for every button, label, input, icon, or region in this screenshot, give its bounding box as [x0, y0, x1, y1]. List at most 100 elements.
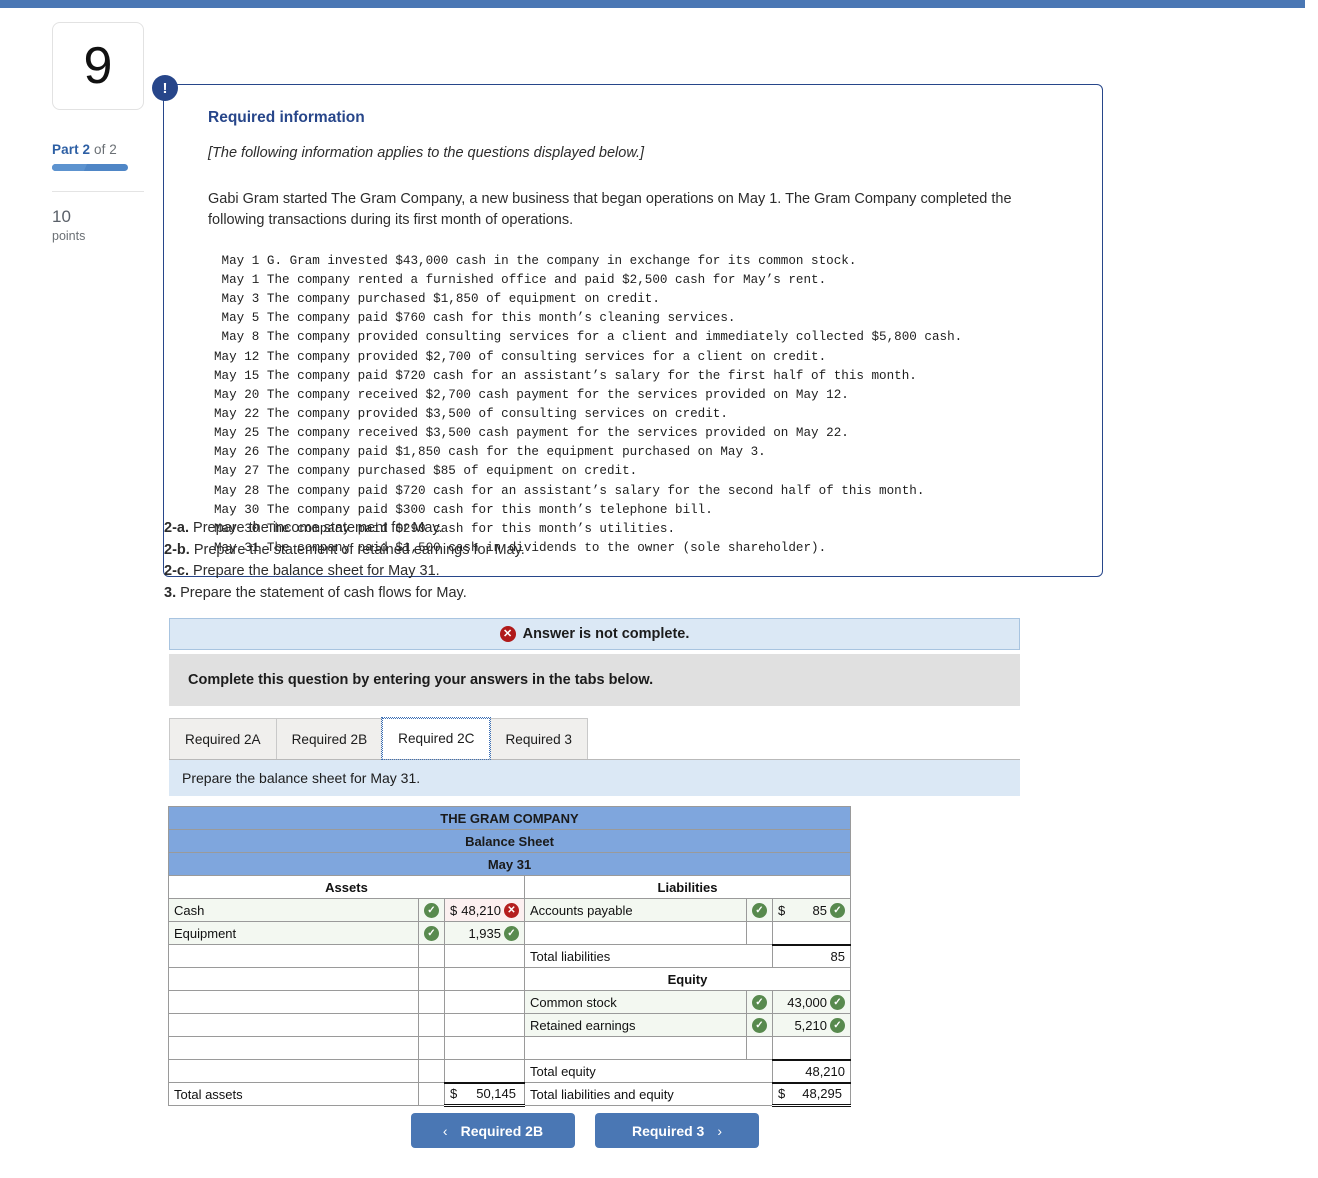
x-circle-icon: ✕ — [499, 626, 516, 642]
liabilities-header-cell: Liabilities — [524, 875, 851, 899]
answer-status-text: Answer is not complete. — [522, 626, 690, 642]
asset-amount-empty[interactable] — [444, 1059, 525, 1083]
asset-label-cash-status: ✓ — [418, 898, 445, 922]
table-row: Cash ✓ $ 48,210 ✕ Accounts payable ✓ $ 8… — [168, 898, 851, 922]
asset-label-empty[interactable] — [168, 1036, 419, 1060]
asset-label-equipment[interactable]: Equipment — [168, 921, 419, 945]
asset-mark-empty — [418, 944, 445, 968]
statement-name-cell: Balance Sheet — [168, 829, 851, 853]
requirement-text: Prepare the income statement for May. — [193, 520, 443, 536]
total-liabilities-label: Total liabilities — [524, 944, 773, 968]
chevron-right-icon: › — [717, 1122, 723, 1139]
currency-symbol: $ — [450, 902, 458, 918]
asset-label-empty[interactable] — [168, 1013, 419, 1037]
currency-symbol: $ — [450, 1086, 458, 1102]
check-icon: ✓ — [830, 994, 845, 1010]
asset-label-cash[interactable]: Cash — [168, 898, 419, 922]
asset-amount-empty[interactable] — [444, 944, 525, 968]
total-assets-mark-empty — [418, 1082, 445, 1106]
equity-amount-empty[interactable] — [772, 1036, 851, 1060]
assets-header-cell: Assets — [168, 875, 525, 899]
requirement-item: 2-a. Prepare the income statement for Ma… — [164, 518, 1064, 539]
exclamation-icon: ! — [152, 75, 178, 101]
asset-label-empty[interactable] — [168, 1059, 419, 1083]
tab-description-text: Prepare the balance sheet for May 31. — [182, 770, 421, 786]
required-information-content: Required information [The following info… — [164, 85, 1102, 576]
next-required-button[interactable]: Required 3 › — [595, 1113, 759, 1148]
check-icon: ✓ — [830, 1017, 845, 1033]
answer-status-banner: ✕ Answer is not complete. — [169, 618, 1020, 650]
requirement-tabs: Required 2A Required 2B Required 2C Requ… — [169, 717, 1020, 760]
check-icon: ✓ — [752, 995, 767, 1011]
tab-label: Required 2B — [291, 731, 368, 747]
instruction-text: Complete this question by entering your … — [188, 672, 654, 688]
next-button-label: Required 3 — [631, 1122, 705, 1139]
top-accent-bar — [0, 0, 1305, 8]
required-information-title: Required information — [208, 109, 365, 126]
liability-label-accounts-payable[interactable]: Accounts payable — [524, 898, 747, 922]
table-row: Common stock ✓ 43,000 ✓ — [168, 990, 851, 1014]
requirement-text: Prepare the balance sheet for May 31. — [193, 563, 440, 580]
amount-value: 48,295 — [802, 1086, 842, 1102]
equity-amount-retained-earnings[interactable]: 5,210 ✓ — [772, 1013, 851, 1037]
asset-label-empty[interactable] — [168, 990, 419, 1014]
check-icon: ✓ — [752, 903, 767, 919]
asset-amount-equipment[interactable]: 1,935 ✓ — [444, 921, 525, 945]
balance-sheet-table: THE GRAM COMPANY Balance Sheet May 31 As… — [168, 806, 851, 1107]
check-icon: ✓ — [752, 1018, 767, 1034]
total-equity-label: Total equity — [524, 1059, 773, 1083]
tab-description: Prepare the balance sheet for May 31. — [169, 760, 1020, 796]
table-row-date: May 31 — [168, 852, 851, 876]
liability-label-empty[interactable] — [524, 921, 747, 945]
page-root: 9 Part 2 of 2 10 points ! Required infor… — [0, 0, 1318, 1178]
question-number: 9 — [83, 37, 113, 95]
equity-label-retained-earnings-status: ✓ — [746, 1013, 773, 1037]
required-information-box: ! Required information [The following in… — [152, 75, 1103, 578]
question-number-card: 9 — [52, 22, 144, 110]
amount-value: 85 — [812, 902, 827, 918]
tab-required-2a[interactable]: Required 2A — [169, 718, 277, 759]
liability-label-accounts-payable-status: ✓ — [746, 898, 773, 922]
asset-amount-empty[interactable] — [444, 967, 525, 991]
equity-label-common-stock[interactable]: Common stock — [524, 990, 747, 1014]
tab-required-2b[interactable]: Required 2B — [275, 718, 384, 759]
equity-mark-empty — [746, 1036, 773, 1060]
total-liabilities-amount: 85 — [772, 943, 851, 968]
asset-label-empty[interactable] — [168, 967, 419, 991]
asset-mark-empty — [418, 1059, 445, 1083]
asset-label-equipment-status: ✓ — [418, 921, 445, 945]
amount-value: 5,210 — [794, 1017, 827, 1033]
asset-amount-empty[interactable] — [444, 1036, 525, 1060]
prev-button-label: Required 2B — [460, 1122, 544, 1139]
asset-amount-empty[interactable] — [444, 990, 525, 1014]
currency-symbol: $ — [778, 902, 786, 918]
statement-date-cell: May 31 — [168, 852, 851, 876]
scenario-paragraph: Gabi Gram started The Gram Company, a ne… — [208, 191, 1012, 229]
question-rail: 9 Part 2 of 2 10 points — [52, 22, 148, 243]
requirement-text: Prepare the statement of retained earnin… — [193, 541, 525, 558]
prev-required-button[interactable]: ‹ Required 2B — [411, 1113, 575, 1148]
requirement-number: 2-c. — [164, 563, 189, 580]
tab-label: Required 2A — [185, 731, 261, 747]
part-current: 2 — [82, 142, 91, 157]
equity-label-retained-earnings[interactable]: Retained earnings — [524, 1013, 747, 1037]
table-row-section-headers: Assets Liabilities — [168, 875, 851, 899]
asset-label-empty[interactable] — [168, 944, 419, 968]
table-row-statement: Balance Sheet — [168, 829, 851, 853]
amount-value: 43,000 — [787, 994, 827, 1010]
equity-amount-common-stock[interactable]: 43,000 ✓ — [772, 990, 851, 1014]
equity-label-empty[interactable] — [524, 1036, 747, 1060]
total-liabilities-equity-label: Total liabilities and equity — [524, 1082, 773, 1106]
asset-amount-cash[interactable]: $ 48,210 ✕ — [444, 898, 525, 922]
tab-label: Required 2C — [398, 731, 475, 746]
asset-mark-empty — [418, 990, 445, 1014]
asset-amount-empty[interactable] — [444, 1013, 525, 1037]
liability-amount-empty[interactable] — [772, 921, 851, 945]
liability-amount-accounts-payable[interactable]: $ 85 ✓ — [772, 898, 851, 922]
tab-required-3[interactable]: Required 3 — [489, 718, 588, 759]
amount-value: 48,210 — [461, 902, 501, 918]
tab-required-2c[interactable]: Required 2C — [381, 717, 492, 760]
amount-value: 1,935 — [468, 925, 501, 941]
table-row-total-liabilities: Total liabilities 85 — [168, 943, 851, 968]
requirement-text: Prepare the statement of cash flows for … — [180, 584, 467, 601]
